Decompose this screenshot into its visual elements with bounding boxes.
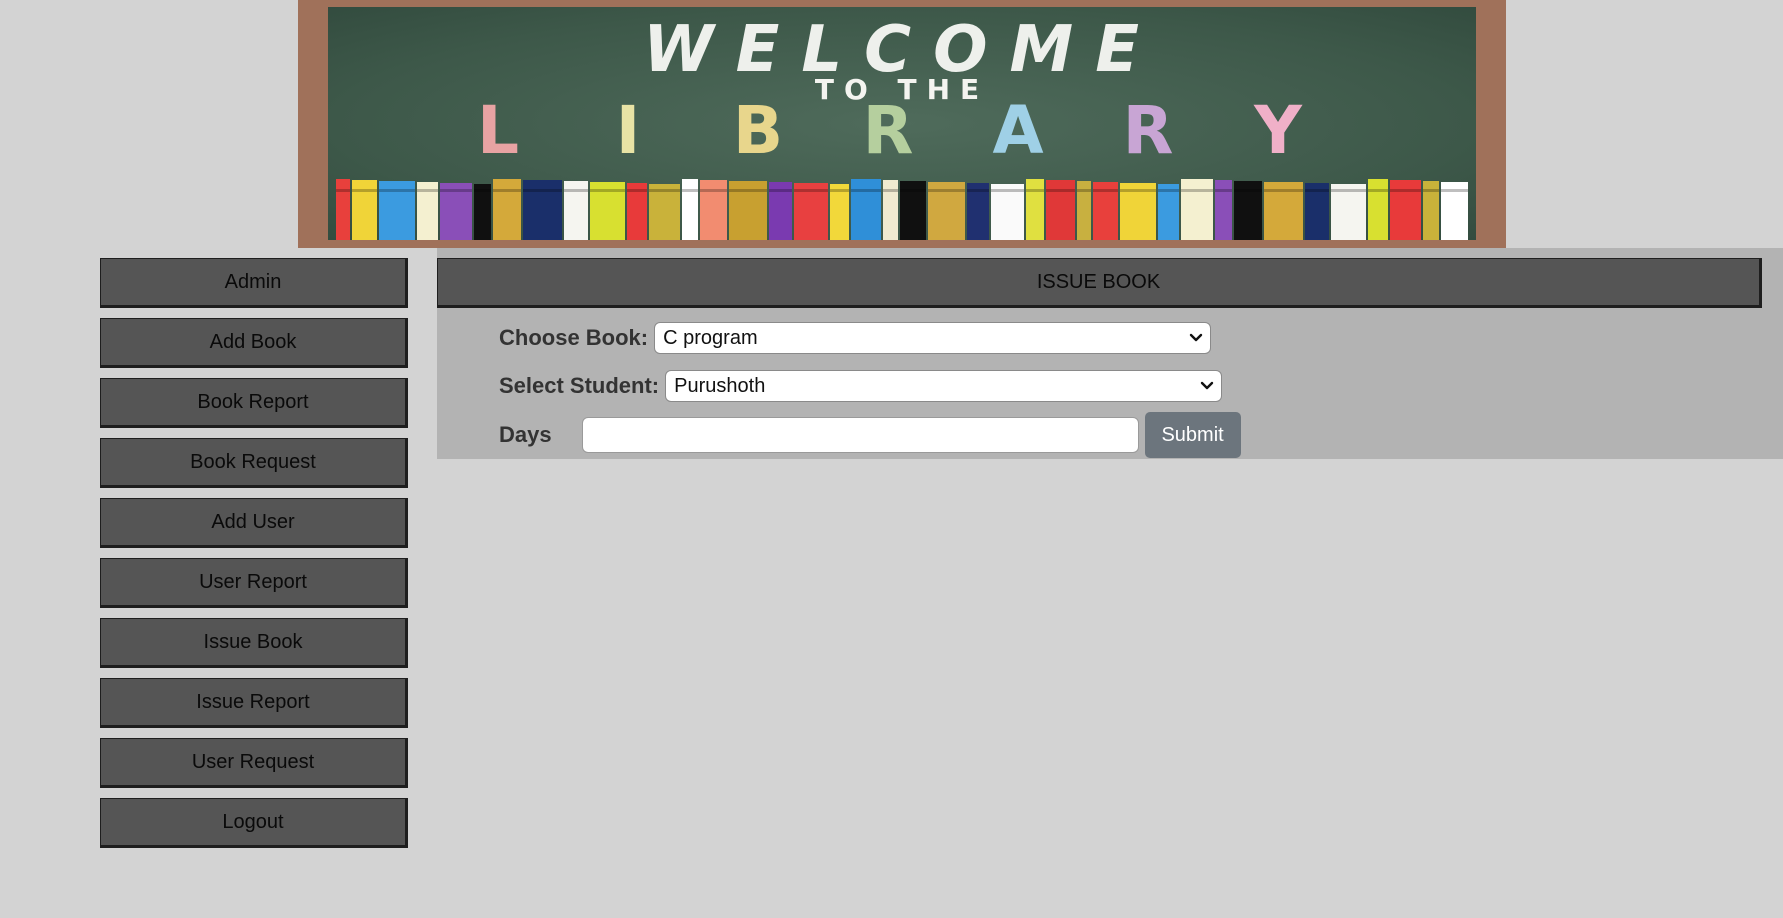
sidebar-item-book-report[interactable]: Book Report [100,378,408,428]
banner-artwork: WELCOME TO THE LIBRARY [336,13,1468,240]
banner-book-spine [493,179,521,240]
banner-book-spine [474,184,491,240]
banner-book-band [352,189,377,192]
select-student-label: Select Student: [499,373,660,398]
sidebar-item-add-user[interactable]: Add User [100,498,408,548]
sidebar-item-user-report[interactable]: User Report [100,558,408,608]
banner-book-spine [1331,184,1366,240]
sidebar-item-book-request[interactable]: Book Request [100,438,408,488]
sidebar-item-user-request[interactable]: User Request [100,738,408,788]
banner-book-band [830,189,849,192]
sidebar-item-issue-book[interactable]: Issue Book [100,618,408,668]
banner-library-letter: R [863,92,914,169]
banner-book-band [700,189,727,192]
banner-book-band [379,189,415,192]
select-student-value: Purushoth [674,375,766,397]
banner-book-band [440,189,472,192]
submit-button[interactable]: Submit [1144,412,1241,458]
banner-book-band [417,189,438,192]
sidebar-item-admin[interactable]: Admin [100,258,408,308]
banner-book-band [769,189,792,192]
days-label: Days [499,422,552,447]
banner-book-band [1077,189,1091,192]
choose-book-row: Choose Book: C program [499,322,1212,354]
days-row: Days Submit [499,412,1241,458]
banner-book-band [967,189,989,192]
banner-book-spine [649,184,680,240]
banner-book-band [883,189,898,192]
banner-book-band [649,189,680,192]
chalkboard-image: WELCOME TO THE LIBRARY [328,7,1476,240]
banner-book-band [627,189,647,192]
banner-book-band [523,189,562,192]
banner-book-band [682,189,698,192]
choose-book-label: Choose Book: [499,325,649,350]
banner-library-letter: Y [1253,92,1303,169]
banner-book-band [1368,189,1388,192]
banner-book-spine [336,179,350,240]
banner-book-band [564,189,588,192]
banner-library-letter: I [616,92,641,169]
banner-book-band [493,189,521,192]
sidebar-item-logout[interactable]: Logout [100,798,408,848]
banner-book-spine [991,184,1024,240]
banner-library-letter: A [992,92,1043,169]
banner-book-spine [1026,179,1044,240]
banner-book-band [1264,189,1303,192]
banner-library-letter: R [1123,92,1174,169]
banner-book-band [1390,189,1421,192]
banner-book-band [1331,189,1366,192]
banner-bookshelf [336,179,1468,240]
banner-book-band [851,189,881,192]
banner-book-band [1093,189,1118,192]
select-student-select[interactable]: Purushoth [665,370,1223,402]
banner-book-band [1441,189,1468,192]
chevron-down-icon [1189,333,1203,342]
sidebar-item-issue-report[interactable]: Issue Report [100,678,408,728]
banner-book-spine [1181,179,1213,240]
banner-book-band [928,189,965,192]
banner-book-spine [1158,184,1179,240]
banner-library-letter: B [733,92,783,169]
banner-book-band [1181,189,1213,192]
sidebar-item-add-book[interactable]: Add Book [100,318,408,368]
banner-book-band [1215,189,1232,192]
banner-book-band [729,189,767,192]
page-title: ISSUE BOOK [437,258,1762,308]
banner-book-band [1305,189,1329,192]
banner-book-band [590,189,625,192]
banner-book-spine [682,179,698,240]
banner-book-band [794,189,828,192]
choose-book-select[interactable]: C program [654,322,1212,354]
banner-book-band [336,189,350,192]
choose-book-value: C program [663,327,758,349]
banner-book-band [1120,189,1156,192]
banner-book-band [1158,189,1179,192]
banner-library-letter: L [477,92,519,169]
banner-book-spine [1368,179,1388,240]
issue-book-panel: ISSUE BOOK Choose Book: C program Select… [437,248,1783,459]
banner-book-band [1423,189,1439,192]
banner-book-spine [851,179,881,240]
select-student-row: Select Student: Purushoth [499,370,1223,402]
banner-book-band [1234,189,1262,192]
days-input[interactable] [581,417,1139,453]
page: WELCOME TO THE LIBRARY Admin Add Book Bo… [0,0,1783,918]
welcome-banner: WELCOME TO THE LIBRARY [298,0,1506,248]
banner-library-text: LIBRARY [477,92,1303,169]
chevron-down-icon [1200,381,1214,390]
banner-book-band [474,189,491,192]
banner-book-spine [830,184,849,240]
sidebar-nav: Admin Add Book Book Report Book Request … [100,258,408,858]
banner-book-band [900,189,926,192]
banner-book-band [1046,189,1075,192]
banner-book-band [1026,189,1044,192]
banner-book-band [991,189,1024,192]
